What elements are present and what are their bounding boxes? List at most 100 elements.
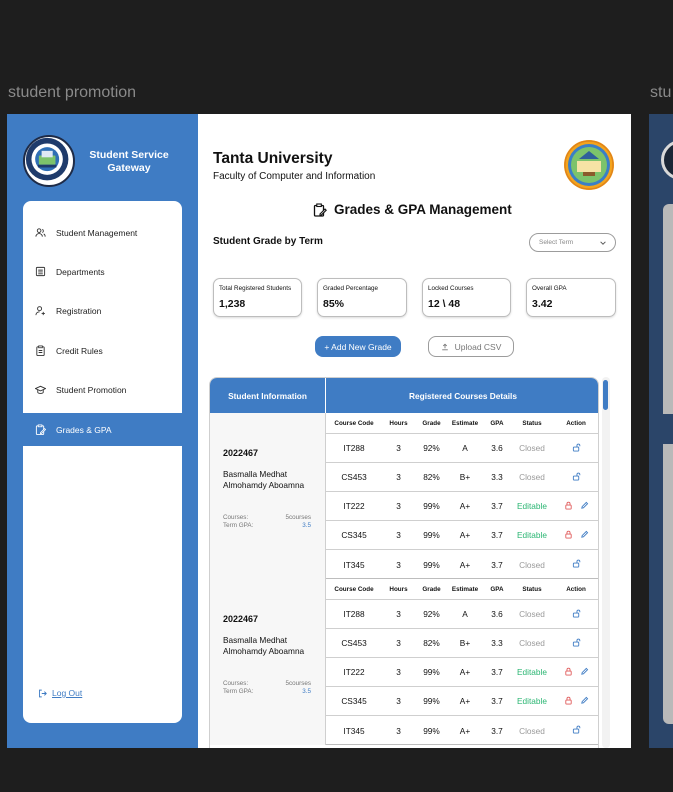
sidebar-item-label: Registration: [56, 305, 102, 316]
sidebar-item-departments[interactable]: Departments: [23, 255, 182, 288]
sidebar-item-student-promotion[interactable]: Student Promotion: [23, 373, 182, 406]
course-header-row: Course Code Hours Grade Estimate GPA Status Ac…: [326, 413, 598, 434]
course-estimate: B+: [459, 638, 471, 648]
course-hours: 3: [396, 472, 401, 482]
sidebar: Student Service Gateway Student Manageme…: [7, 114, 198, 748]
scrollbar-thumb[interactable]: [603, 380, 608, 410]
sidebar-item-grades-gpa[interactable]: Grades & GPA: [23, 413, 182, 446]
faculty-name: Faculty of Computer and Information: [213, 171, 376, 182]
table-row: IT345 3 99% A+ 3.7 Closed: [326, 550, 598, 579]
course-gpa: 3.7: [491, 501, 503, 511]
student-name: Basmalla Medhat Almohamdy Aboamna: [223, 635, 305, 656]
edit-pencil-icon[interactable]: [580, 696, 589, 707]
course-column-header: GPA: [490, 419, 504, 427]
course-gpa: 3.6: [491, 443, 503, 453]
university-name: Tanta University: [213, 150, 333, 167]
courses-count: 5courses: [285, 680, 311, 687]
course-code: IT222: [343, 501, 365, 511]
course-estimate: B+: [459, 472, 471, 482]
edit-pencil-icon[interactable]: [580, 501, 589, 512]
table-row: CS453 3 82% B+ 3.3 Closed: [326, 463, 598, 492]
app-window: Student Service Gateway Student Manageme…: [7, 114, 631, 748]
next-frame-preview: [649, 114, 673, 748]
course-actions: [552, 667, 598, 678]
course-status: Editable: [517, 696, 547, 706]
course-status: Closed: [519, 443, 545, 453]
column-header-courses: Registered Courses Details: [409, 390, 517, 401]
courses-count-row: Courses: 5courses: [223, 514, 311, 521]
course-hours: 3: [396, 530, 401, 540]
student-block: 2022467 Basmalla Medhat Almohamdy Aboamna…: [210, 413, 598, 579]
unlock-icon[interactable]: [572, 725, 581, 736]
term-select-placeholder: Select Term: [539, 239, 574, 246]
sidebar-item-credit-rules[interactable]: Credit Rules: [23, 334, 182, 367]
course-hours: 3: [396, 667, 401, 677]
course-status: Closed: [519, 638, 545, 648]
chevron-down-icon: [600, 240, 606, 245]
course-column-header: Grade: [422, 585, 441, 593]
unlock-icon[interactable]: [572, 559, 581, 570]
course-gpa: 3.7: [491, 530, 503, 540]
upload-csv-button[interactable]: Upload CSV: [428, 336, 514, 357]
unlock-icon[interactable]: [572, 472, 581, 483]
course-estimate: A: [462, 443, 468, 453]
student-id: 2022467: [223, 614, 259, 624]
course-hours: 3: [396, 725, 401, 736]
logout-label: Log Out: [52, 688, 83, 698]
edit-pencil-icon[interactable]: [580, 667, 589, 678]
course-grade: 99%: [423, 667, 440, 677]
course-gpa: 3.7: [491, 725, 503, 736]
course-actions: [552, 638, 598, 649]
term-gpa-row: Term GPA: 3.5: [223, 522, 311, 529]
course-gpa: 3.7: [491, 559, 503, 570]
sidebar-item-registration[interactable]: Registration: [23, 294, 182, 327]
table-row: IT288 3 92% A 3.6 Closed: [326, 600, 598, 629]
course-hours: 3: [396, 609, 401, 619]
sidebar-item-label: Grades & GPA: [56, 424, 112, 435]
faculty-logo: [23, 135, 75, 187]
student-info: 2022467 Basmalla Medhat Almohamdy Aboamna…: [210, 413, 326, 579]
next-frame-label: stu: [650, 84, 672, 101]
term-select[interactable]: Select Term: [529, 233, 616, 252]
course-hours: 3: [396, 638, 401, 648]
course-actions: [552, 530, 598, 541]
term-gpa-row: Term GPA: 3.5: [223, 688, 311, 695]
sidebar-item-student-management[interactable]: Student Management: [23, 216, 182, 249]
course-table: Course Code Hours Grade Estimate GPA Status Ac…: [326, 579, 598, 745]
course-hours: 3: [396, 559, 401, 570]
course-estimate: A+: [459, 530, 471, 540]
course-estimate: A+: [459, 501, 471, 511]
course-grade: 92%: [423, 609, 440, 619]
unlock-icon[interactable]: [572, 638, 581, 649]
sidebar-item-label: Student Management: [56, 227, 138, 238]
course-code: CS453: [341, 472, 367, 482]
course-actions: [552, 725, 598, 736]
course-grade: 99%: [423, 530, 440, 540]
graduation-cap-icon: [35, 385, 46, 394]
unlock-icon[interactable]: [572, 609, 581, 620]
course-column-header: Hours: [389, 585, 408, 593]
frame-label: student promotion: [8, 84, 137, 101]
course-hours: 3: [396, 696, 401, 706]
student-block: 2022467 Basmalla Medhat Almohamdy Aboamna…: [210, 579, 598, 745]
scrollbar-track[interactable]: [602, 377, 610, 748]
course-column-header: Estimate: [451, 419, 479, 427]
unlock-icon[interactable]: [572, 443, 581, 454]
course-grade: 92%: [423, 443, 440, 453]
university-seal-logo: [563, 139, 615, 191]
course-estimate: A+: [459, 559, 471, 570]
lock-icon[interactable]: [564, 667, 573, 678]
student-name: Basmalla Medhat Almohamdy Aboamna: [223, 469, 305, 490]
edit-pencil-icon[interactable]: [580, 530, 589, 541]
table-row: CS345 3 99% A+ 3.7 Editable: [326, 687, 598, 716]
table-row: IT222 3 99% A+ 3.7 Editable: [326, 492, 598, 521]
course-estimate: A: [462, 609, 468, 619]
add-grade-button[interactable]: + Add New Grade: [315, 336, 401, 357]
logout-link[interactable]: Log Out: [38, 688, 82, 698]
lock-icon[interactable]: [564, 696, 573, 707]
section-title: Student Grade by Term: [213, 236, 323, 247]
course-grade: 99%: [423, 725, 440, 736]
lock-icon[interactable]: [564, 530, 573, 541]
lock-icon[interactable]: [564, 501, 573, 512]
course-code: IT222: [343, 667, 365, 677]
